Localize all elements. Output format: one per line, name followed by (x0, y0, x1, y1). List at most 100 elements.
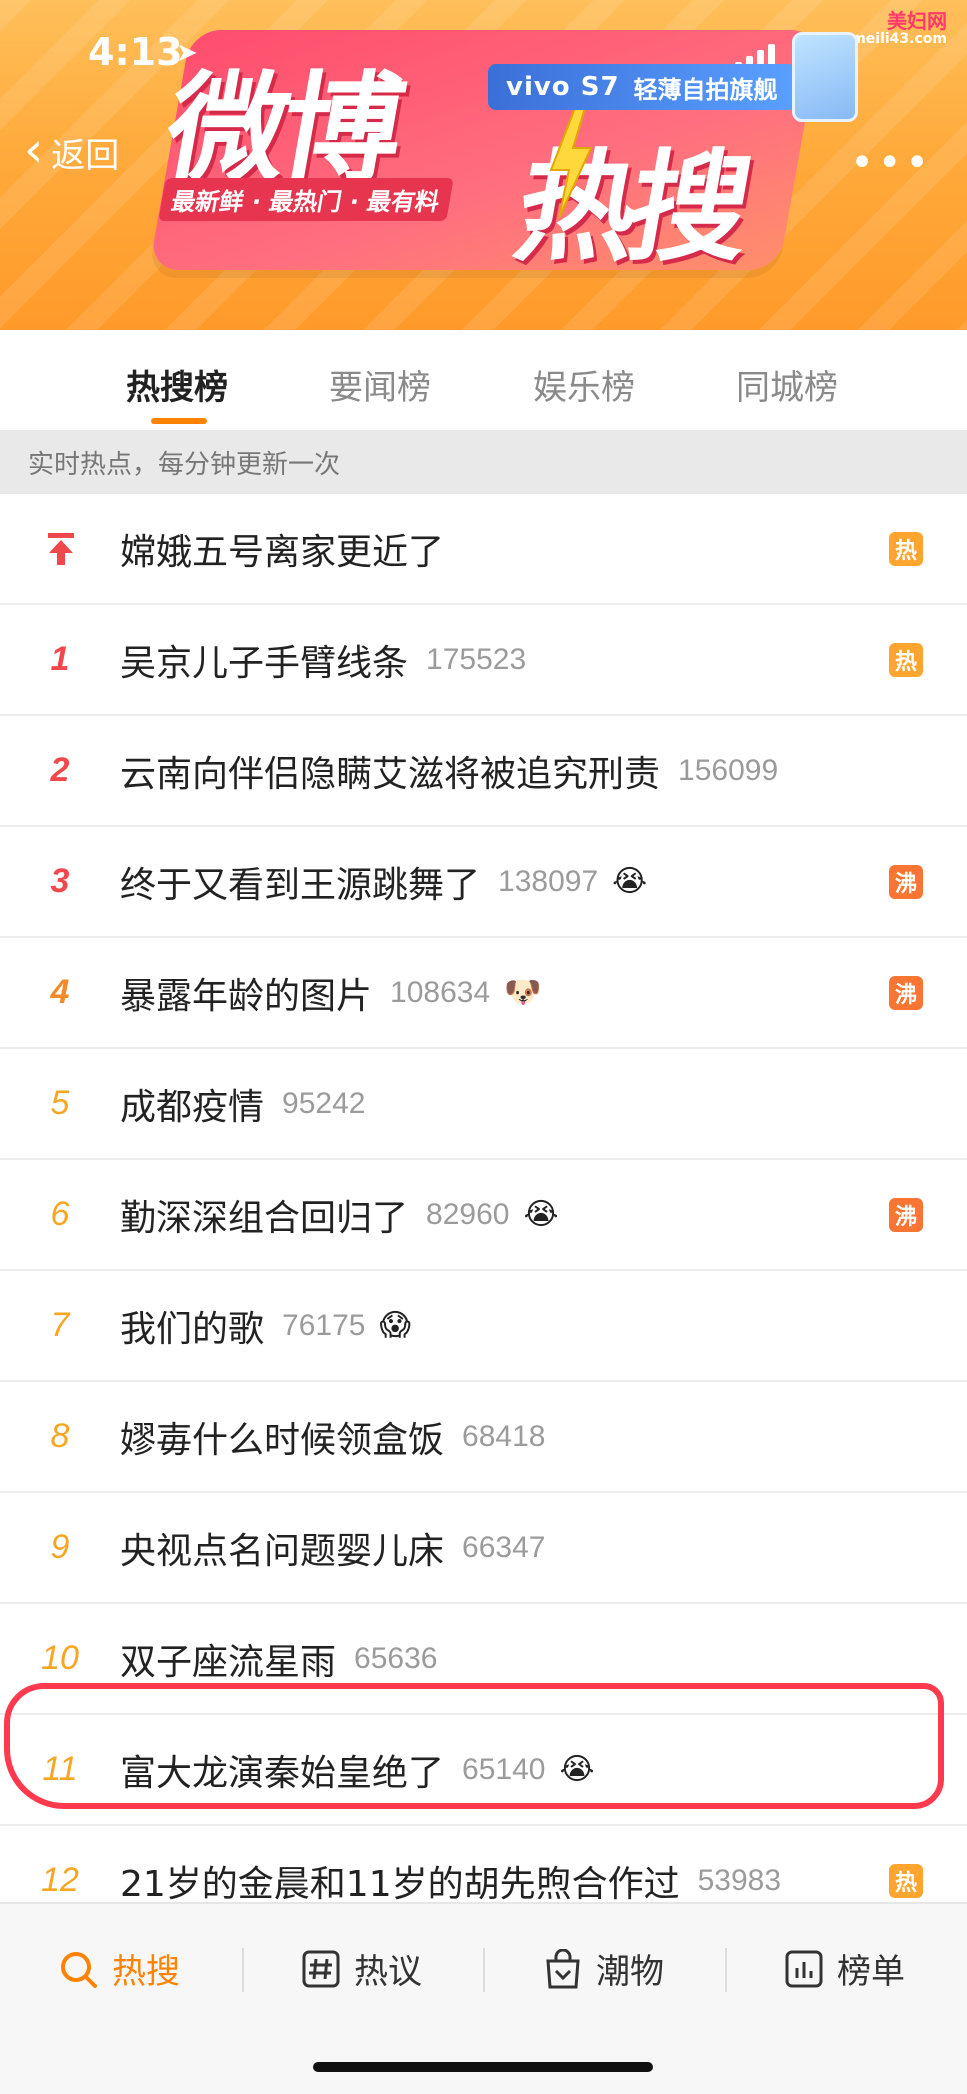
hot-badge: 热 (889, 531, 923, 566)
list-item-title: 吴京儿子手臂线条 175523 (120, 634, 526, 686)
list-item[interactable]: 7 我们的歌 76175 😱 (0, 1271, 967, 1382)
tab-news[interactable]: 要闻榜 (329, 360, 431, 409)
tab-local[interactable]: 同城榜 (736, 360, 838, 409)
nav-divider (242, 1948, 244, 1992)
home-indicator[interactable] (313, 2062, 653, 2072)
hot-badge: 热 (889, 1863, 923, 1898)
list-item-title: 双子座流星雨 65636 (120, 1633, 437, 1685)
ad-text: 轻薄自拍旗舰 (633, 75, 778, 104)
rank-number: 5 (50, 1084, 70, 1122)
search-count: 95242 (282, 1086, 366, 1120)
rank-number: 8 (50, 1417, 70, 1455)
watermark-url: meili43.com (851, 31, 947, 47)
list-item-title: 富大龙演秦始皇绝了 65140 😭 (120, 1744, 595, 1796)
title-text: 富大龙演秦始皇绝了 (120, 1752, 445, 1794)
search-count: 108634 (390, 975, 491, 1009)
list-item[interactable]: 9 央视点名问题婴儿床 66347 (0, 1493, 967, 1604)
chart-icon (785, 1950, 823, 1987)
list-item-title: 云南向伴侣隐瞒艾滋将被追究刑责 156099 (120, 745, 778, 797)
title-text: 暴露年龄的图片 (120, 975, 373, 1017)
watermark: 美妇网 meili43.com (851, 10, 947, 47)
list-item-title: 我们的歌 76175 😱 (120, 1300, 411, 1352)
more-options-icon[interactable]: ••• (850, 140, 933, 186)
list-item[interactable]: 11 富大龙演秦始皇绝了 65140 😭 (0, 1715, 967, 1826)
search-count: 156099 (678, 753, 779, 787)
title-text: 勤深深组合回归了 (120, 1197, 409, 1239)
tab-hot-search[interactable]: 热搜榜 (126, 360, 228, 409)
shocked-emoji-icon: 😱 (379, 1308, 411, 1343)
doge-emoji-icon: 🐶 (504, 975, 542, 1010)
search-count: 66347 (462, 1530, 546, 1564)
pin-top-icon (48, 532, 74, 565)
list-item-title: 成都疫情 95242 (120, 1078, 365, 1130)
list-item-title: 央视点名问题婴儿床 66347 (120, 1522, 545, 1574)
nav-trending-goods[interactable]: 潮物 (544, 1944, 664, 1993)
list-item[interactable]: 1 吴京儿子手臂线条 175523 热 (0, 605, 967, 716)
nav-hot-search[interactable]: 热搜 (58, 1944, 180, 1993)
status-time: 4:13 (88, 30, 183, 74)
crying-emoji-icon: 😭 (523, 1197, 559, 1232)
search-count: 175523 (426, 642, 527, 676)
nav-label: 热搜 (112, 1952, 180, 1992)
title-text: 我们的歌 (120, 1308, 265, 1350)
search-count: 76175 (282, 1308, 366, 1342)
title-text: 吴京儿子手臂线条 (120, 642, 409, 684)
back-label: 返回 (51, 136, 120, 176)
rank-number: 7 (50, 1306, 70, 1344)
ranking-tabs: 热搜榜 要闻榜 娱乐榜 同城榜 (0, 330, 967, 430)
crying-emoji-icon: 😭 (559, 1752, 595, 1787)
hot-search-list: 嫦娥五号离家更近了 热 1 吴京儿子手臂线条 175523 热 2 云南向伴侣隐… (0, 494, 967, 1937)
chevron-left-icon: ‹ (24, 121, 44, 178)
rank-number: 10 (41, 1639, 79, 1677)
search-icon (61, 1951, 97, 1988)
nav-label: 热议 (354, 1952, 422, 1992)
list-item[interactable]: 4 暴露年龄的图片 108634 🐶 沸 (0, 938, 967, 1049)
search-count: 65140 (462, 1752, 546, 1786)
title-text: 成都疫情 (120, 1086, 265, 1128)
list-item-pinned[interactable]: 嫦娥五号离家更近了 热 (0, 494, 967, 605)
boiling-badge: 沸 (889, 864, 923, 899)
rank-number: 11 (42, 1750, 78, 1788)
title-text: 21岁的金晨和11岁的胡先煦合作过 (120, 1863, 680, 1905)
search-count: 68418 (462, 1419, 546, 1453)
bottom-navigation: 热搜 热议 潮物 榜单 (0, 1902, 967, 2094)
nav-rankings[interactable]: 榜单 (785, 1944, 905, 1993)
nav-label: 潮物 (596, 1952, 664, 1992)
bag-icon (546, 1948, 580, 1988)
search-count: 53983 (697, 1863, 782, 1897)
back-button[interactable]: ‹ 返回 (24, 121, 120, 178)
banner-title-resou: 热搜 (505, 139, 755, 278)
nav-discussion[interactable]: 热议 (302, 1944, 422, 1993)
title-text: 嫪毐什么时候领盒饭 (120, 1419, 445, 1461)
list-item[interactable]: 3 终于又看到王源跳舞了 138097 😭 沸 (0, 827, 967, 938)
list-item[interactable]: 6 勤深深组合回归了 82960 😭 沸 (0, 1160, 967, 1271)
title-text: 央视点名问题婴儿床 (120, 1530, 445, 1572)
list-item[interactable]: 2 云南向伴侣隐瞒艾滋将被追究刑责 156099 (0, 716, 967, 827)
rank-number: 1 (50, 640, 70, 678)
ad-badge[interactable]: vivo S7 轻薄自拍旗舰 (488, 64, 796, 110)
rank-number: 4 (50, 973, 70, 1011)
hashtag-icon (302, 1950, 340, 1987)
list-item[interactable]: 8 嫪毐什么时候领盒饭 68418 (0, 1382, 967, 1493)
rank-number: 2 (50, 751, 70, 789)
banner-tagline: 最新鲜 · 最热门 · 最有料 (158, 178, 454, 221)
search-count: 65636 (354, 1641, 438, 1675)
tab-entertainment[interactable]: 娱乐榜 (533, 360, 635, 409)
lightning-icon (549, 108, 593, 218)
rank-number: 9 (50, 1528, 70, 1566)
search-count: 138097 (498, 864, 599, 898)
search-count: 82960 (426, 1197, 510, 1231)
hot-search-banner: 4:13 ➤ 美妇网 meili43.com ‹ 返回 微博 热搜 最新鲜 · … (0, 0, 967, 330)
list-item[interactable]: 10 双子座流星雨 65636 (0, 1604, 967, 1715)
list-item-title: 21岁的金晨和11岁的胡先煦合作过 53983 (120, 1855, 781, 1907)
nav-divider (483, 1948, 485, 1992)
list-item-title: 勤深深组合回归了 82960 😭 (120, 1189, 559, 1241)
title-text: 嫦娥五号离家更近了 (120, 531, 445, 573)
active-tab-indicator (151, 418, 207, 424)
boiling-badge: 沸 (889, 975, 923, 1010)
list-item-title: 嫪毐什么时候领盒饭 68418 (120, 1411, 545, 1463)
hot-badge: 热 (889, 642, 923, 677)
boiling-badge: 沸 (889, 1197, 923, 1232)
rank-number: 6 (50, 1195, 70, 1233)
list-item[interactable]: 5 成都疫情 95242 (0, 1049, 967, 1160)
